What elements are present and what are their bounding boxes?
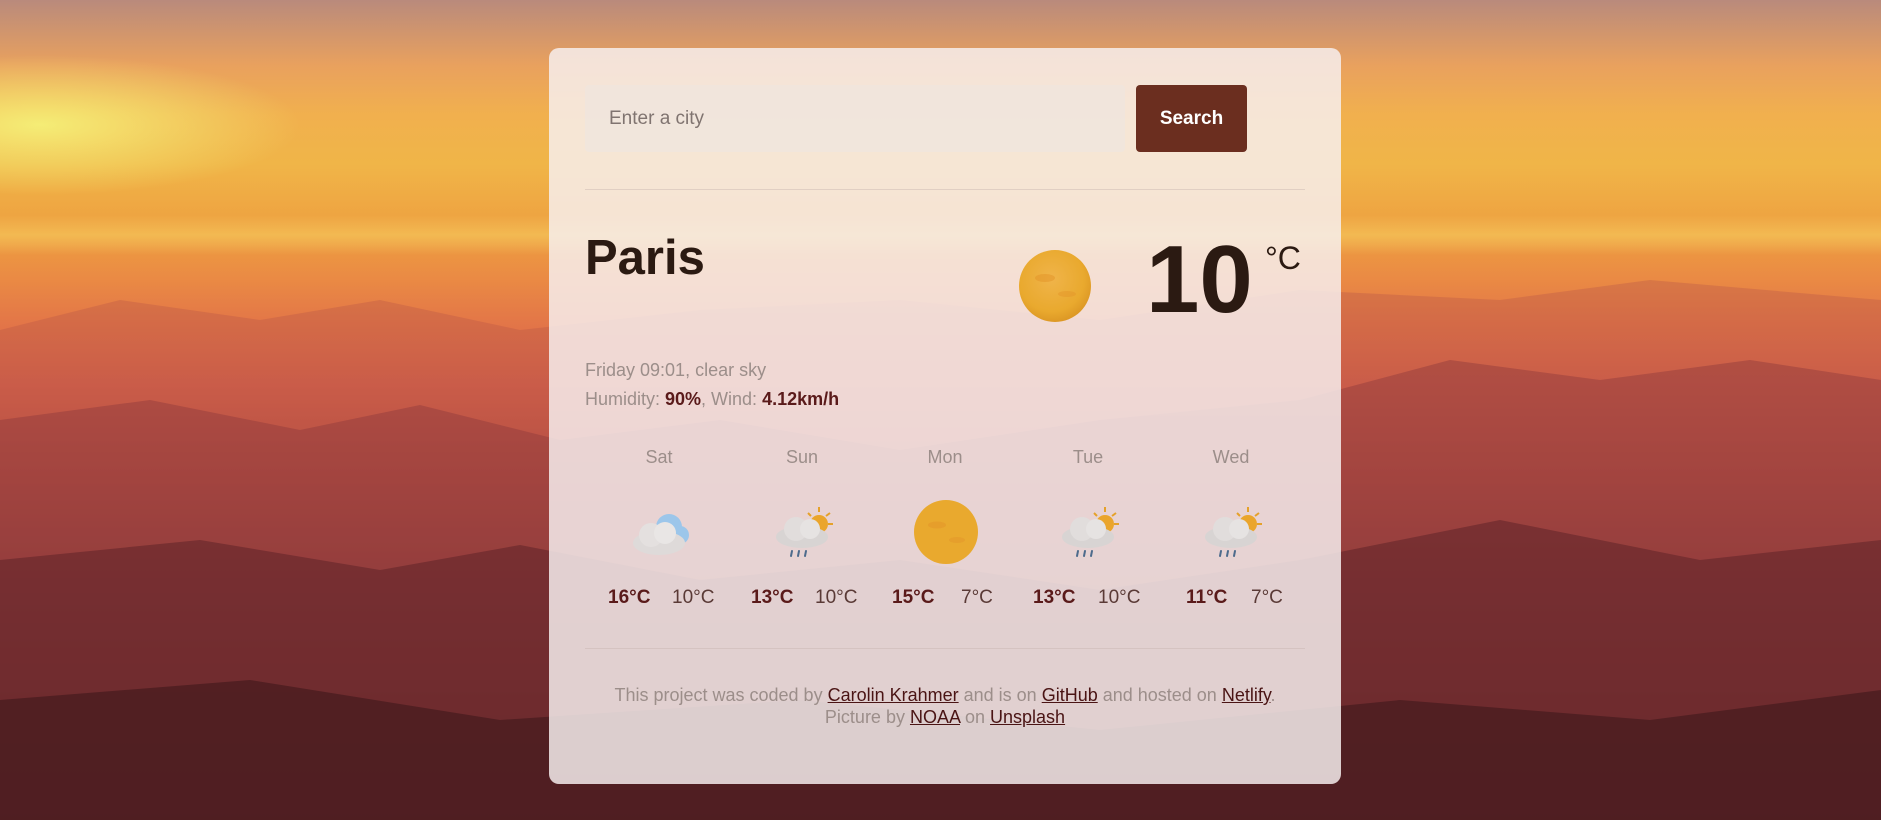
wind-value: 4.12km/h	[762, 389, 840, 409]
forecast-min: 10°C	[672, 587, 715, 608]
footer-text: and is on	[958, 685, 1042, 705]
github-link[interactable]: GitHub	[1042, 685, 1098, 705]
weather-description: clear sky	[695, 360, 767, 380]
temperature-unit: °C	[1265, 240, 1301, 276]
footer-line-credits: This project was coded by Carolin Krahme…	[549, 684, 1341, 706]
meta-separator: ,	[685, 360, 696, 380]
rain-sun-icon	[1205, 507, 1262, 557]
unsplash-link[interactable]: Unsplash	[990, 707, 1065, 727]
city-search-input[interactable]	[585, 85, 1125, 152]
forecast-day-name: Tue	[1072, 447, 1104, 467]
city-name: Paris	[585, 231, 705, 285]
footer-text: Picture by	[824, 707, 910, 727]
sun-icon	[914, 500, 978, 564]
forecast-max: 13°C	[751, 587, 794, 608]
forecast-max: 13°C	[1033, 587, 1076, 608]
noaa-link[interactable]: NOAA	[910, 707, 960, 727]
rain-sun-icon	[776, 507, 833, 557]
footer-text: on	[960, 707, 991, 727]
weather-card: Search Paris Friday 09:01, clear sky Hum…	[549, 48, 1341, 784]
current-date-description: Friday 09:01, clear sky	[585, 360, 766, 381]
forecast-day-name: Sat	[645, 447, 673, 467]
current-datetime: Friday 09:01	[585, 360, 686, 380]
footer-text: This project was coded by	[614, 685, 828, 705]
forecast-day-name: Sun	[785, 447, 819, 467]
author-link[interactable]: Carolin Krahmer	[828, 685, 959, 705]
rain-sun-icon	[1062, 507, 1119, 557]
divider-bottom	[585, 648, 1305, 649]
forecast-day-name: Mon	[927, 447, 963, 467]
footer-text: .	[1270, 685, 1276, 705]
forecast-min: 10°C	[815, 587, 858, 608]
wind-label: , Wind:	[701, 389, 763, 409]
current-temperature: 10	[1146, 226, 1253, 333]
divider-top	[585, 189, 1305, 190]
forecast-min: 7°C	[961, 587, 993, 608]
footer-text: and hosted on	[1097, 685, 1222, 705]
footer-line-picture: Picture by NOAA on Unsplash	[549, 706, 1341, 728]
current-conditions: Humidity: 90%, Wind: 4.12km/h	[585, 389, 839, 410]
forecast-day-name: Wed	[1212, 447, 1250, 467]
netlify-link[interactable]: Netlify	[1222, 685, 1271, 705]
cloud-icon	[633, 514, 689, 555]
humidity-value: 90%	[665, 389, 702, 409]
sun-icon	[1019, 250, 1091, 322]
forecast-max: 15°C	[892, 587, 935, 608]
forecast-min: 10°C	[1098, 587, 1141, 608]
forecast-min: 7°C	[1251, 587, 1283, 608]
forecast-max: 16°C	[608, 587, 651, 608]
forecast-max: 11°C	[1186, 587, 1228, 608]
search-button[interactable]: Search	[1136, 85, 1247, 152]
humidity-label: Humidity:	[585, 389, 666, 409]
footer: This project was coded by Carolin Krahme…	[549, 684, 1341, 728]
